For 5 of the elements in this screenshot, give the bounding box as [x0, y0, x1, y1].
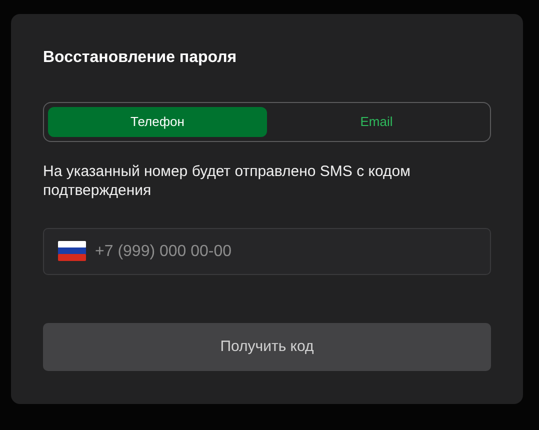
- dialog-title: Восстановление пароля: [43, 48, 238, 68]
- tab[interactable]: Email: [267, 107, 486, 137]
- description-text: На указанный номер будет отправлено SMS с кодом подтверждения: [43, 162, 412, 200]
- phone-field[interactable]: +7 (999) 000 00-00: [43, 228, 491, 275]
- tab[interactable]: Телефон: [48, 107, 267, 137]
